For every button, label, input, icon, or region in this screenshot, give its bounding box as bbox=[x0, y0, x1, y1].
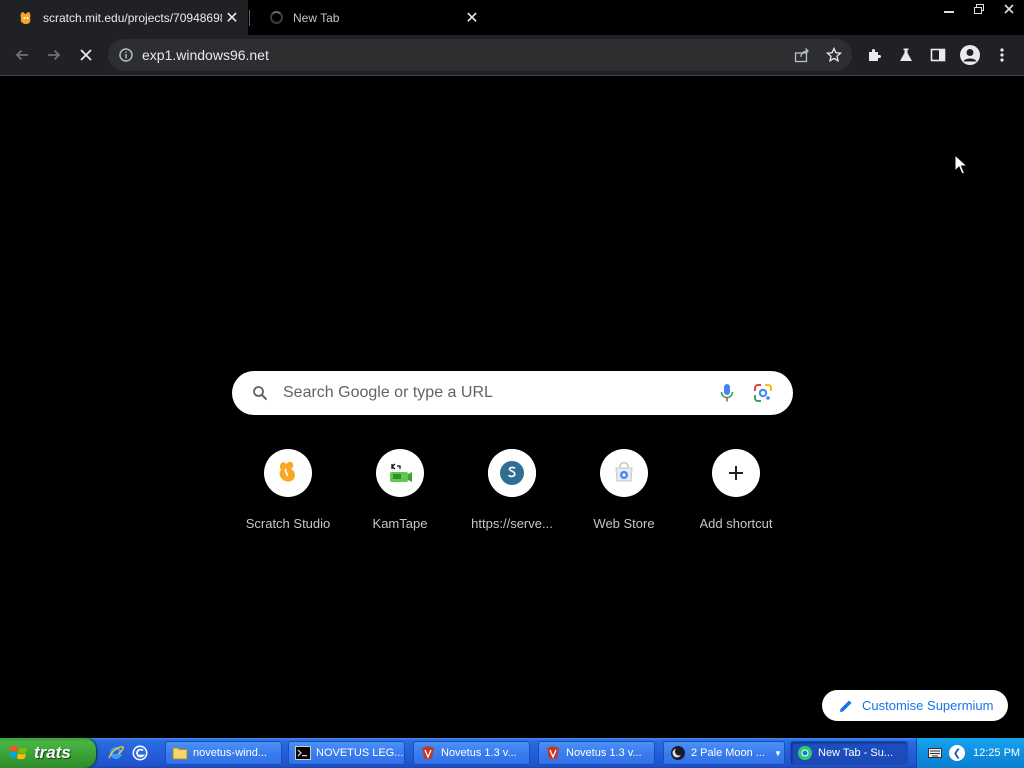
toolbar-divider bbox=[0, 75, 1024, 76]
system-tray: ❮ 12:25 PM bbox=[916, 738, 1024, 768]
tab-new-tab[interactable]: New Tab ✕ bbox=[250, 0, 488, 35]
profile-avatar-icon[interactable] bbox=[956, 41, 984, 69]
browser-icon[interactable] bbox=[130, 743, 150, 763]
close-icon[interactable] bbox=[994, 0, 1024, 18]
task-label: NOVETUS LEG... bbox=[316, 747, 404, 759]
supermium-icon bbox=[797, 745, 813, 761]
forward-icon[interactable] bbox=[40, 41, 68, 69]
shortcut-label: Scratch Studio bbox=[245, 516, 331, 531]
start-button[interactable]: trats bbox=[0, 738, 96, 768]
close-icon[interactable]: ✕ bbox=[222, 8, 242, 28]
task-novetus-2[interactable]: Novetus 1.3 v... bbox=[538, 741, 655, 765]
restore-icon[interactable] bbox=[964, 0, 994, 18]
novetus-icon bbox=[545, 745, 561, 761]
tray-expand-icon[interactable]: ❮ bbox=[949, 745, 965, 761]
browser-toolbar: exp1.windows96.net bbox=[0, 35, 1024, 75]
shortcut-add[interactable]: Add shortcut bbox=[680, 448, 792, 538]
url-text[interactable]: exp1.windows96.net bbox=[142, 47, 788, 63]
task-novetus-console[interactable]: NOVETUS LEG... bbox=[288, 741, 405, 765]
microphone-icon[interactable] bbox=[715, 381, 739, 405]
bookmark-star-icon[interactable] bbox=[820, 41, 848, 69]
shortcut-scratch-studio[interactable]: Scratch Studio bbox=[232, 448, 344, 538]
task-novetus-folder[interactable]: novetus-wind... bbox=[165, 741, 282, 765]
search-icon bbox=[250, 383, 270, 403]
shortcut-label: Add shortcut bbox=[699, 516, 773, 531]
task-new-tab-supermium[interactable]: New Tab - Su... bbox=[790, 741, 908, 765]
novetus-icon bbox=[420, 745, 436, 761]
pencil-icon bbox=[838, 698, 854, 714]
taskbar: trats novetus-wind... NOVETUS LEG... Nov… bbox=[0, 738, 1024, 768]
share-icon[interactable] bbox=[788, 41, 816, 69]
window-controls bbox=[934, 0, 1024, 18]
customise-label: Customise Supermium bbox=[862, 698, 994, 713]
start-label: trats bbox=[34, 743, 71, 762]
clock[interactable]: 12:25 PM bbox=[973, 747, 1020, 759]
tab-strip: scratch.mit.edu/projects/70948698 ✕ New … bbox=[0, 0, 1024, 35]
shortcut-server[interactable]: https://serve... bbox=[456, 448, 568, 538]
site-info-icon[interactable] bbox=[118, 47, 134, 63]
task-novetus-1[interactable]: Novetus 1.3 v... bbox=[413, 741, 530, 765]
server-s-icon bbox=[488, 449, 536, 497]
search-input[interactable]: Search Google or type a URL bbox=[283, 384, 715, 402]
menu-icon[interactable] bbox=[988, 41, 1016, 69]
shortcut-web-store[interactable]: Web Store bbox=[568, 448, 680, 538]
chevron-down-icon: ▼ bbox=[774, 748, 782, 758]
loading-spinner-icon bbox=[268, 10, 284, 26]
kamtape-icon bbox=[376, 449, 424, 497]
shortcut-label: KamTape bbox=[372, 516, 428, 531]
mouse-cursor-icon bbox=[954, 154, 968, 175]
internet-explorer-icon[interactable] bbox=[106, 743, 126, 763]
scratch-cat-icon bbox=[18, 10, 34, 26]
windows-flag-icon bbox=[9, 745, 27, 760]
close-icon[interactable]: ✕ bbox=[462, 8, 482, 28]
minimize-icon[interactable] bbox=[934, 0, 964, 18]
console-icon bbox=[295, 745, 311, 761]
task-label: 2 Pale Moon ... bbox=[691, 747, 765, 759]
tab-title: New Tab bbox=[293, 10, 340, 25]
search-box[interactable]: Search Google or type a URL bbox=[232, 371, 793, 415]
folder-icon bbox=[172, 745, 188, 761]
shortcut-label: https://serve... bbox=[471, 516, 553, 531]
task-pale-moon[interactable]: 2 Pale Moon ... ▼ bbox=[663, 741, 785, 765]
tab-scratch[interactable]: scratch.mit.edu/projects/70948698 ✕ bbox=[0, 0, 248, 35]
labs-flask-icon[interactable] bbox=[892, 41, 920, 69]
pale-moon-icon bbox=[670, 745, 686, 761]
back-icon[interactable] bbox=[8, 41, 36, 69]
extensions-icon[interactable] bbox=[860, 41, 888, 69]
plus-icon bbox=[712, 449, 760, 497]
web-store-icon bbox=[600, 449, 648, 497]
task-label: Novetus 1.3 v... bbox=[441, 747, 517, 759]
shortcuts-grid: Scratch Studio KamTape https://serve... … bbox=[232, 448, 792, 538]
side-panel-icon[interactable] bbox=[924, 41, 952, 69]
scratch-icon bbox=[264, 449, 312, 497]
shortcut-label: Web Store bbox=[593, 516, 655, 531]
address-bar[interactable]: exp1.windows96.net bbox=[108, 39, 852, 71]
tab-title: scratch.mit.edu/projects/70948698 bbox=[43, 10, 222, 25]
keyboard-icon[interactable] bbox=[927, 745, 943, 761]
stop-icon[interactable] bbox=[72, 41, 100, 69]
task-label: Novetus 1.3 v... bbox=[566, 747, 642, 759]
shortcut-kamtape[interactable]: KamTape bbox=[344, 448, 456, 538]
task-label: novetus-wind... bbox=[193, 747, 267, 759]
task-label: New Tab - Su... bbox=[818, 747, 893, 759]
customise-button[interactable]: Customise Supermium bbox=[822, 690, 1008, 721]
google-lens-icon[interactable] bbox=[751, 381, 775, 405]
